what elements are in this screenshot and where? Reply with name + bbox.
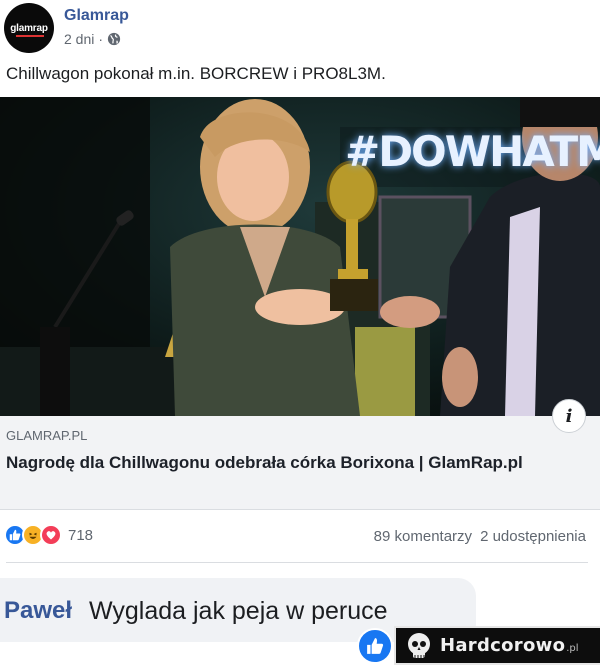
page-name-link[interactable]: Glamrap — [64, 7, 129, 25]
stage-neon-text: #DOWHATMI — [345, 127, 600, 176]
comment-like-reaction-icon — [357, 628, 393, 664]
link-preview-card[interactable]: GLAMRAP.PL Nagrodę dla Chillwagonu odebr… — [0, 416, 600, 510]
post-time-link[interactable]: 2 dni — [64, 31, 94, 47]
skull-icon — [408, 632, 430, 658]
post-photo[interactable]: #DOWHATMI — [0, 97, 600, 416]
post-header: glamrap Glamrap 2 dni · — [0, 0, 600, 56]
avatar-logo-text: glamrap — [10, 22, 48, 37]
page-avatar[interactable]: glamrap — [4, 3, 54, 53]
reactions-summary[interactable]: 718 — [4, 524, 93, 546]
globe-icon[interactable] — [107, 32, 121, 46]
reaction-count: 718 — [68, 526, 94, 544]
post-stats: 718 89 komentarzy 2 udostępnienia — [0, 518, 600, 556]
post-meta: 2 dni · — [64, 31, 121, 47]
watermark-name: Hardcorowo — [440, 635, 566, 656]
info-icon[interactable]: i — [552, 399, 586, 433]
hardcorowo-watermark: Hardcorowo .pl — [394, 626, 600, 665]
comments-count-link[interactable]: 89 komentarzy — [374, 528, 472, 545]
love-reaction-icon — [40, 524, 62, 546]
stats-divider — [6, 562, 588, 563]
comment-author-link[interactable]: Paweł — [4, 597, 72, 625]
link-domain: GLAMRAP.PL — [6, 428, 88, 443]
watermark-suffix: .pl — [566, 643, 579, 654]
engagement-counts: 89 komentarzy 2 udostępnienia — [374, 528, 586, 545]
post-text: Chillwagon pokonał m.in. BORCREW i PRO8L… — [6, 64, 386, 83]
link-title[interactable]: Nagrodę dla Chillwagonu odebrała córka B… — [6, 451, 546, 475]
shares-count-link[interactable]: 2 udostępnienia — [480, 528, 586, 545]
comment-text: Wyglada jak peja w peruce — [89, 597, 388, 625]
meta-separator: · — [98, 31, 104, 47]
